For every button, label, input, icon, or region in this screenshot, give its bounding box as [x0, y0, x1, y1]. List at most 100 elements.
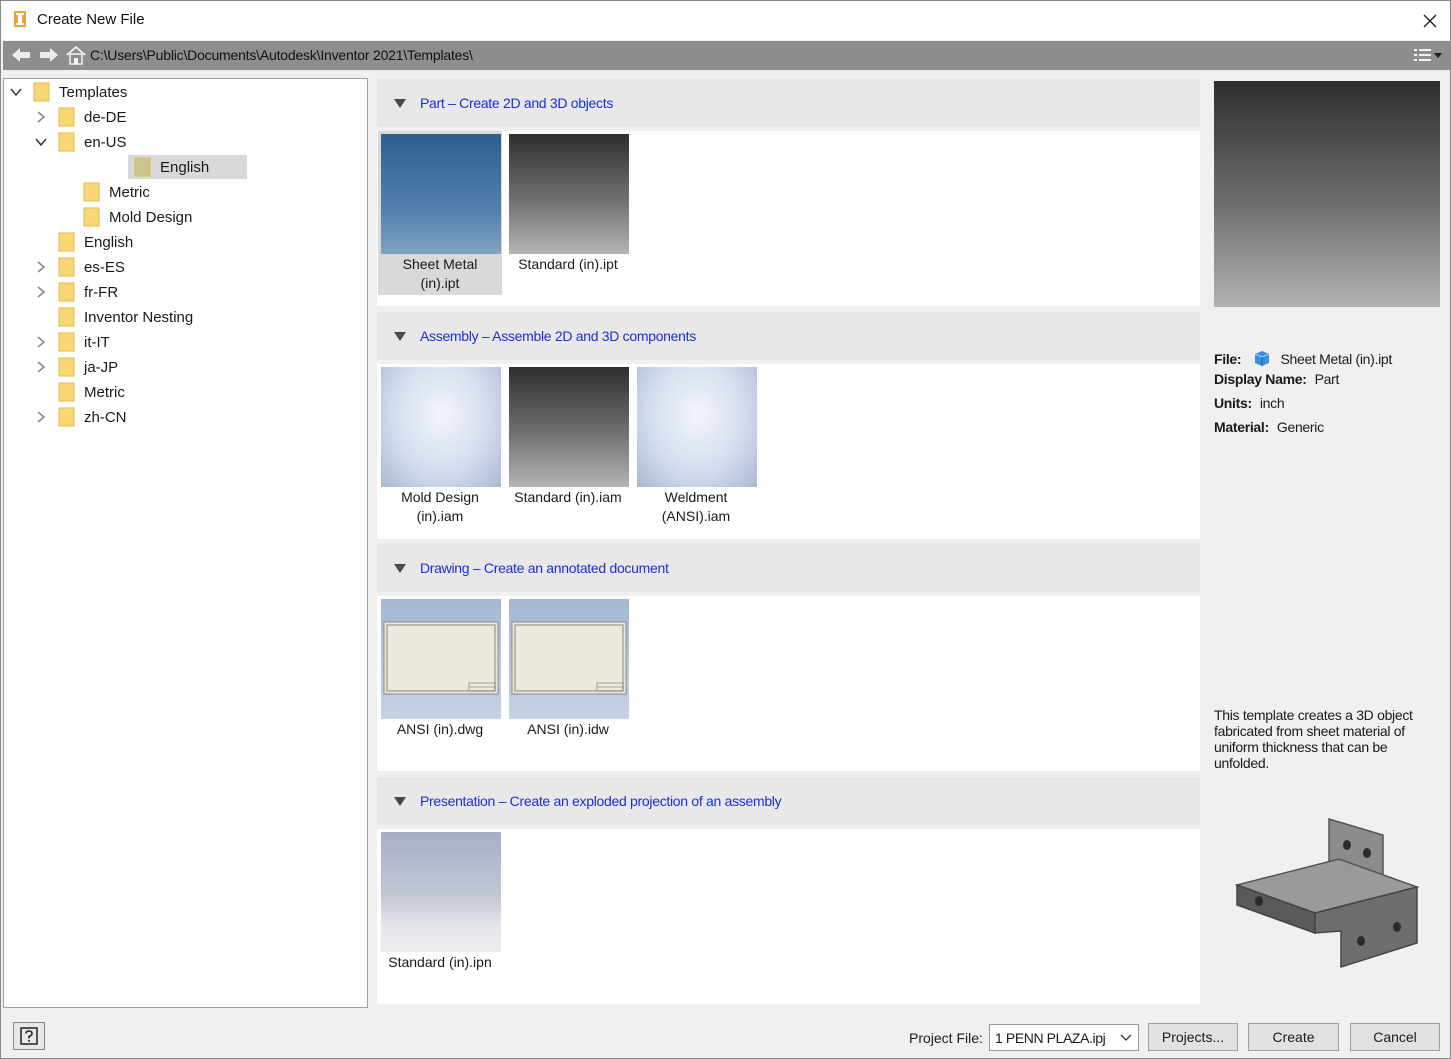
folder-icon — [58, 307, 75, 327]
template-tile[interactable]: ANSI (in).dwg — [378, 596, 502, 760]
chevron-right-icon[interactable] — [34, 285, 48, 299]
tree-item[interactable]: Metric — [59, 180, 150, 204]
tree-spacer — [34, 385, 48, 399]
info-display-name-value: Part — [1314, 371, 1340, 387]
section-title: Assembly – Assemble 2D and 3D components — [420, 328, 696, 344]
folder-icon — [83, 182, 100, 202]
template-name-line1: Standard (in).ipn — [388, 954, 492, 970]
template-tile[interactable]: Mold Design (in).iam — [378, 364, 502, 528]
section-title: Part – Create 2D and 3D objects — [420, 95, 614, 111]
tree-item[interactable]: es-ES — [34, 255, 125, 279]
tree-item[interactable]: English — [128, 155, 247, 179]
template-tile[interactable]: ANSI (in).idw — [506, 596, 630, 760]
template-tile[interactable]: Standard (in).ipt — [506, 131, 630, 295]
tree-item-label: it-IT — [84, 333, 110, 351]
folder-icon — [58, 232, 75, 252]
template-grid: Sheet Metal (in).ipt Standard (in).ipt — [377, 131, 1200, 306]
tree-item-label: de-DE — [84, 108, 127, 126]
collapse-triangle-icon[interactable] — [394, 331, 406, 341]
tree-item-label: Metric — [84, 383, 125, 401]
section-title: Presentation – Create an exploded projec… — [420, 793, 782, 809]
template-tile[interactable]: Weldment (ANSI).iam — [634, 364, 758, 528]
folder-icon — [58, 407, 75, 427]
chevron-down-icon[interactable] — [34, 135, 48, 149]
tree-item[interactable]: fr-FR — [34, 280, 118, 304]
chevron-down-icon — [1120, 1034, 1132, 1041]
folder-icon — [58, 257, 75, 277]
template-tile[interactable]: Standard (in).ipn — [378, 829, 502, 993]
tree-item[interactable]: Inventor Nesting — [34, 305, 193, 329]
chevron-right-icon[interactable] — [34, 260, 48, 274]
tree-item[interactable]: Metric — [34, 380, 125, 404]
template-folder-tree: Templates de-DE en-US English Metric Mold Des… — [3, 78, 368, 1008]
collapse-triangle-icon[interactable] — [394, 563, 406, 573]
create-new-file-dialog: Create New File C:\Users\Public\Document… — [0, 0, 1451, 1059]
info-material-value: Generic — [1276, 419, 1324, 435]
chevron-down-icon[interactable] — [9, 85, 23, 99]
template-name-line1: Sheet Metal — [402, 256, 478, 272]
info-material-row: Material: Generic — [1214, 419, 1324, 435]
template-thumbnail — [637, 367, 757, 487]
tree-spacer — [59, 185, 73, 199]
tree-spacer — [34, 310, 48, 324]
collapse-triangle-icon[interactable] — [394, 98, 406, 108]
tree-item[interactable]: de-DE — [34, 105, 127, 129]
tree-item[interactable]: zh-CN — [34, 405, 127, 429]
path-bar: C:\Users\Public\Documents\Autodesk\Inven… — [3, 41, 1450, 70]
section-header[interactable]: Presentation – Create an exploded projec… — [377, 777, 1200, 825]
info-units-label: Units: — [1214, 395, 1252, 411]
chevron-right-icon[interactable] — [34, 110, 48, 124]
view-options-icon[interactable] — [1412, 45, 1446, 65]
tree-item[interactable]: English — [34, 230, 133, 254]
template-thumbnail — [381, 134, 501, 254]
template-name: Mold Design (in).iam — [378, 488, 502, 526]
template-description: This template creates a 3D object fabric… — [1214, 707, 1413, 771]
close-button[interactable] — [1410, 1, 1450, 40]
project-file-dropdown[interactable]: 1 PENN PLAZA.ipj — [989, 1024, 1139, 1051]
inventor-app-icon — [14, 11, 26, 27]
template-thumbnail — [509, 367, 629, 487]
tree-item[interactable]: it-IT — [34, 330, 110, 354]
tree-item-label: fr-FR — [84, 283, 119, 301]
create-button[interactable]: Create — [1248, 1023, 1339, 1051]
tree-item[interactable]: Mold Design — [59, 205, 192, 229]
tree-item-label: zh-CN — [84, 408, 127, 426]
template-name: ANSI (in).dwg — [378, 720, 502, 739]
current-path[interactable]: C:\Users\Public\Documents\Autodesk\Inven… — [90, 47, 473, 63]
collapse-triangle-icon[interactable] — [394, 796, 406, 806]
chevron-right-icon[interactable] — [34, 360, 48, 374]
template-name-line1: Standard (in).iam — [514, 489, 622, 505]
folder-icon — [58, 357, 75, 377]
forward-arrow-icon[interactable] — [37, 44, 61, 66]
info-file-label: File: — [1214, 351, 1242, 367]
template-thumbnail — [509, 599, 629, 719]
back-arrow-icon[interactable] — [9, 44, 33, 66]
tree-item-label: Metric — [109, 183, 150, 201]
tree-item[interactable]: Templates — [9, 80, 127, 104]
template-tile[interactable]: Sheet Metal (in).ipt — [378, 131, 502, 295]
info-units-value: inch — [1259, 395, 1285, 411]
template-name: Sheet Metal (in).ipt — [378, 255, 502, 293]
template-name-line1: Standard (in).ipt — [518, 256, 618, 272]
tree-item[interactable]: en-US — [34, 130, 127, 154]
tree-item[interactable]: ja-JP — [34, 355, 118, 379]
template-preview-image — [1214, 81, 1440, 307]
home-icon[interactable] — [65, 44, 87, 66]
section-header[interactable]: Drawing – Create an annotated document — [377, 544, 1200, 592]
template-name: ANSI (in).idw — [506, 720, 630, 739]
chevron-right-icon[interactable] — [34, 335, 48, 349]
tree-item-label: Mold Design — [109, 208, 193, 226]
tree-spacer — [59, 210, 73, 224]
cancel-button[interactable]: Cancel — [1350, 1023, 1440, 1051]
info-file-row: File: Sheet Metal (in).ipt — [1214, 349, 1392, 367]
template-thumbnail — [381, 367, 501, 487]
chevron-right-icon[interactable] — [34, 410, 48, 424]
projects-button[interactable]: Projects... — [1148, 1023, 1238, 1051]
template-tile[interactable]: Standard (in).iam — [506, 364, 630, 528]
info-file-value: Sheet Metal (in).ipt — [1280, 351, 1392, 367]
template-thumbnail — [381, 832, 501, 952]
help-button[interactable] — [13, 1022, 45, 1050]
sheet-metal-model-image — [1234, 817, 1420, 969]
section-header[interactable]: Part – Create 2D and 3D objects — [377, 79, 1200, 127]
section-header[interactable]: Assembly – Assemble 2D and 3D components — [377, 312, 1200, 360]
